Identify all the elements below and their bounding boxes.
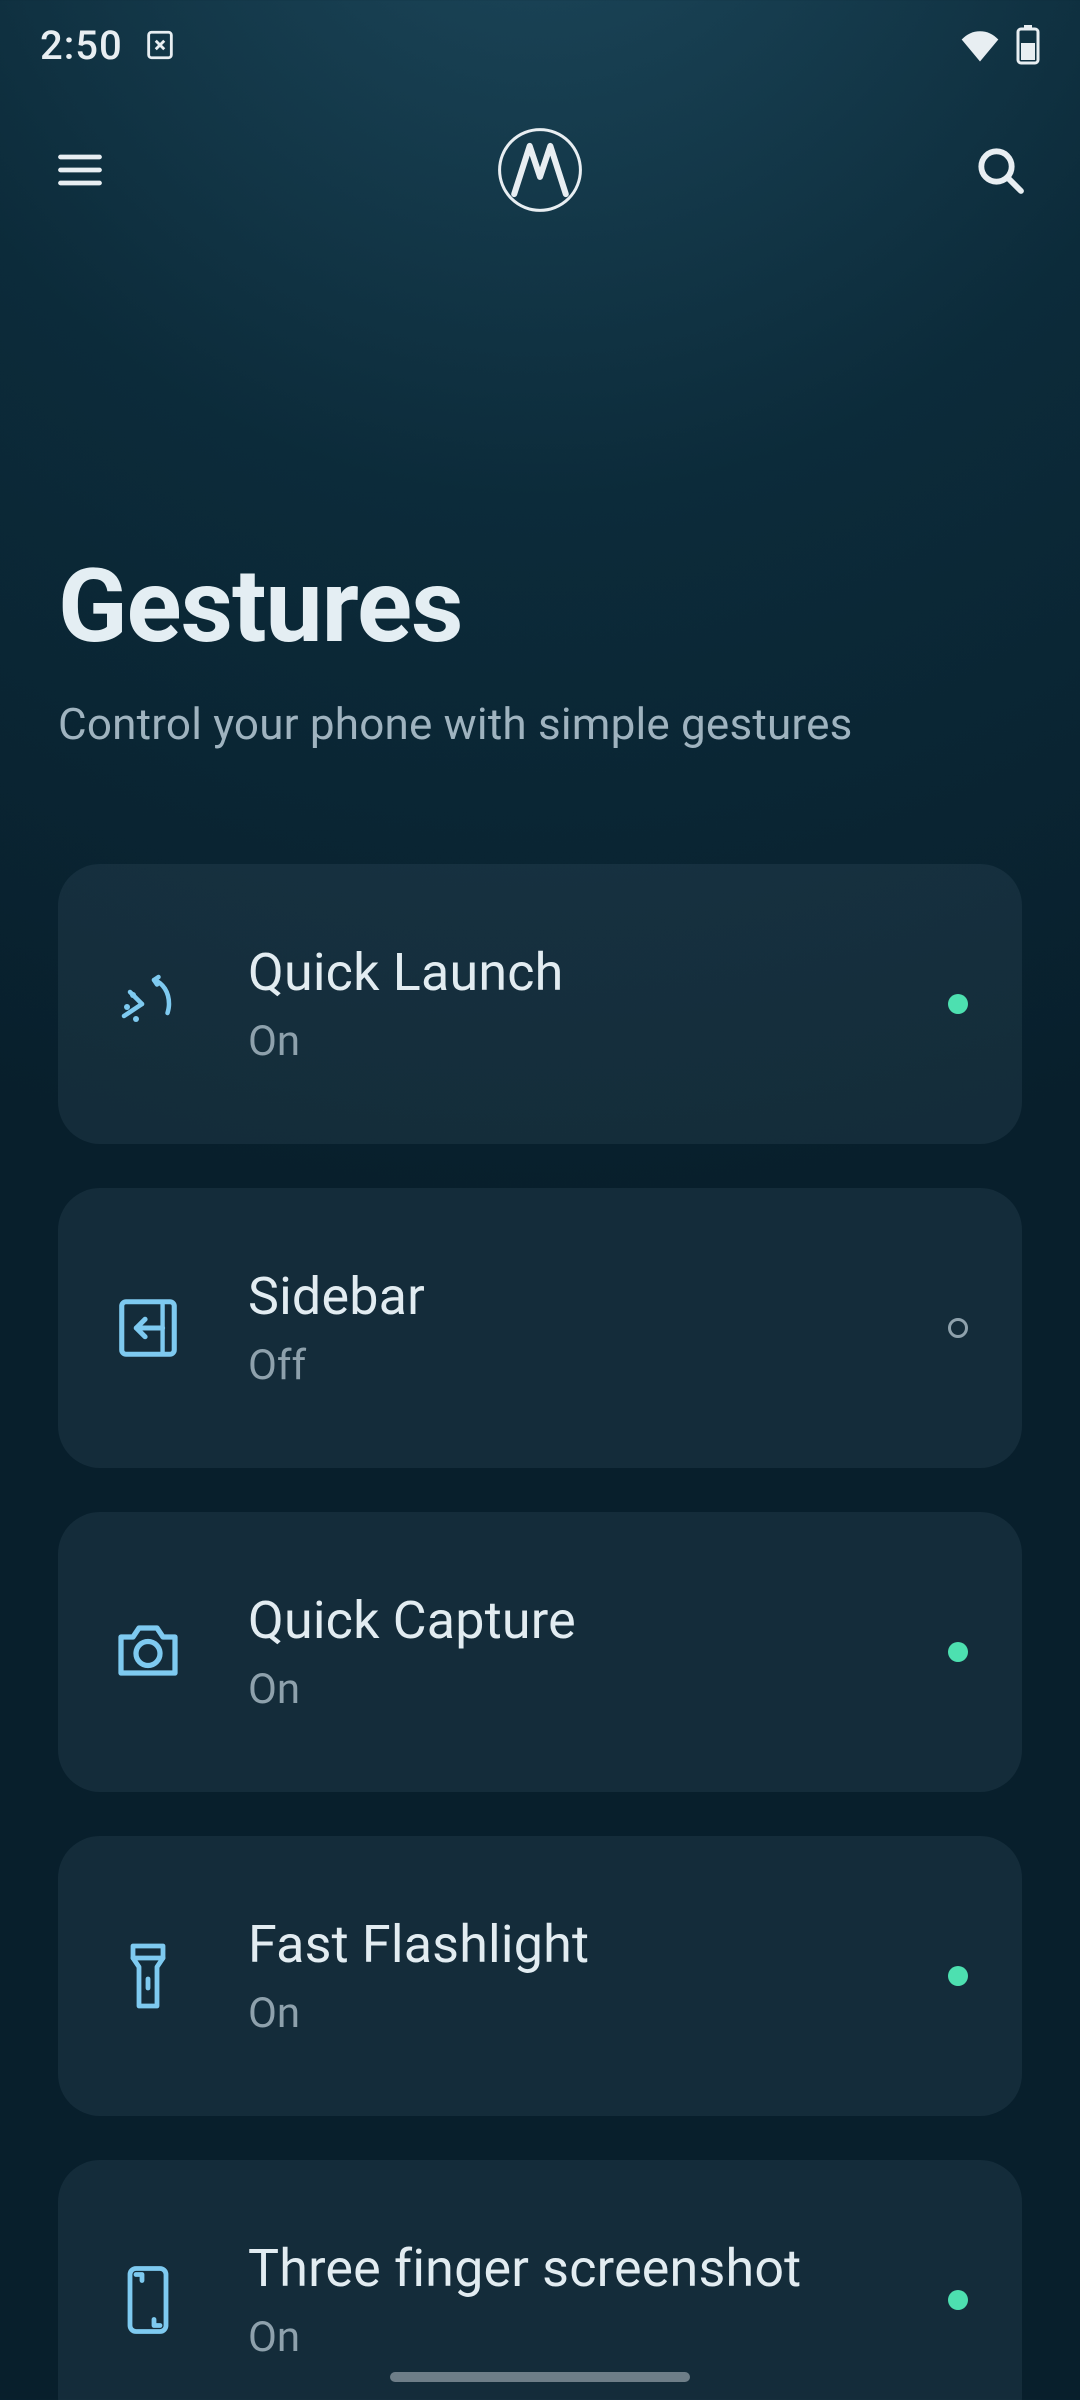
status-indicator-on [948, 1966, 968, 1986]
search-button[interactable] [964, 134, 1036, 206]
gesture-item-title: Quick Capture [248, 1590, 948, 1651]
gesture-item-title: Fast Flashlight [248, 1914, 948, 1975]
page-title: Gestures [58, 550, 1022, 662]
quick-launch-icon [108, 964, 188, 1044]
camera-icon [108, 1612, 188, 1692]
gesture-list: Quick Launch On Sidebar Off [0, 864, 1080, 2400]
gesture-item-quick-launch[interactable]: Quick Launch On [58, 864, 1022, 1144]
gesture-item-status: On [248, 1665, 948, 1714]
flashlight-icon [108, 1936, 188, 2016]
gesture-item-three-finger-screenshot[interactable]: Three finger screenshot On [58, 2160, 1022, 2400]
gesture-item-text: Three finger screenshot On [248, 2238, 948, 2362]
search-icon [972, 142, 1028, 198]
page-header: Gestures Control your phone with simple … [0, 250, 1080, 750]
battery-saver-icon [143, 28, 177, 62]
gesture-item-fast-flashlight[interactable]: Fast Flashlight On [58, 1836, 1022, 2116]
app-bar [0, 90, 1080, 250]
gesture-item-title: Sidebar [248, 1266, 948, 1327]
motorola-logo [497, 127, 583, 213]
phone-screenshot-icon [108, 2260, 188, 2340]
status-indicator-on [948, 1642, 968, 1662]
gesture-item-text: Sidebar Off [248, 1266, 948, 1390]
status-right [958, 23, 1040, 67]
battery-icon [1016, 25, 1040, 65]
sidebar-icon [108, 1288, 188, 1368]
nav-handle[interactable] [390, 2372, 690, 2382]
gesture-item-title: Three finger screenshot [248, 2238, 948, 2299]
gesture-item-text: Fast Flashlight On [248, 1914, 948, 2038]
menu-button[interactable] [44, 134, 116, 206]
gesture-item-status: On [248, 1017, 948, 1066]
status-indicator-on [948, 2290, 968, 2310]
status-clock: 2:50 [40, 22, 123, 69]
status-bar: 2:50 [0, 0, 1080, 90]
page-subtitle: Control your phone with simple gestures [58, 698, 1022, 750]
wifi-icon [958, 23, 1002, 67]
gesture-item-quick-capture[interactable]: Quick Capture On [58, 1512, 1022, 1792]
hamburger-icon [54, 144, 106, 196]
gesture-item-text: Quick Capture On [248, 1590, 948, 1714]
gesture-item-status: Off [248, 1341, 948, 1390]
gesture-item-sidebar[interactable]: Sidebar Off [58, 1188, 1022, 1468]
gesture-item-text: Quick Launch On [248, 942, 948, 1066]
status-indicator-off [948, 1318, 968, 1338]
gesture-item-status: On [248, 2313, 948, 2362]
gesture-item-status: On [248, 1989, 948, 2038]
gesture-item-title: Quick Launch [248, 942, 948, 1003]
status-indicator-on [948, 994, 968, 1014]
status-left: 2:50 [40, 22, 177, 69]
